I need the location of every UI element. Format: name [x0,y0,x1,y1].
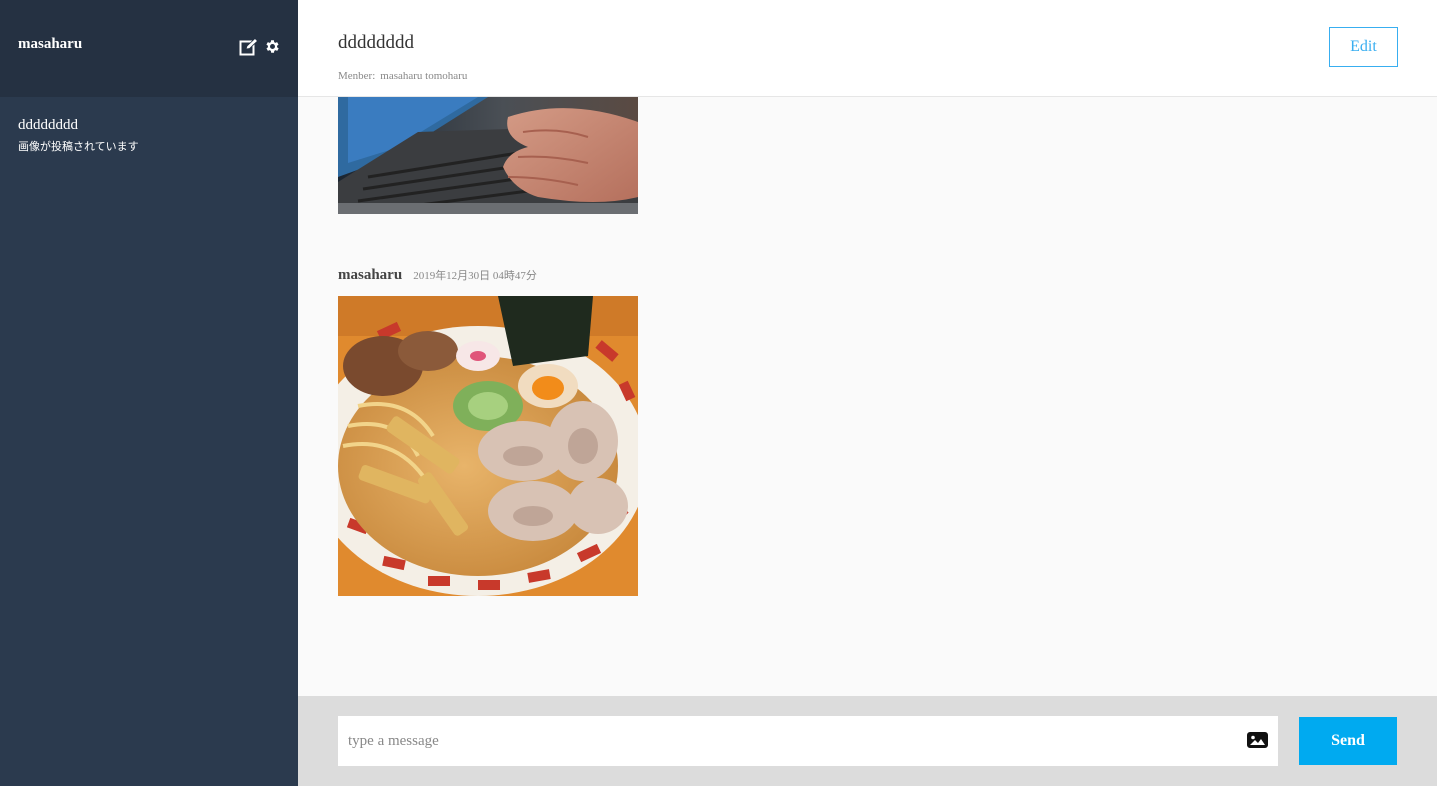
message-list[interactable]: masaharu 2019年12月30日 04時47分 [298,97,1437,696]
chat-header: dddddddd Menber: masaharu tomoharu Edit [298,0,1437,97]
message-image-laptop [338,97,638,214]
message-input[interactable] [338,716,1218,766]
member-label: Menber: [338,70,376,82]
sidebar-header: masaharu [0,0,298,97]
member-names: masaharu tomoharu [380,70,468,82]
message-date: 2019年12月30日 04時47分 [413,270,537,282]
chat-title: dddddddd [338,32,414,53]
message-user-name: masaharu [338,267,403,283]
member-list: Menber: masaharu tomoharu [338,70,467,82]
edit-group-button[interactable]: Edit [1329,27,1398,67]
group-list-item[interactable]: dddddddd 画像が投稿されています [18,116,139,154]
group-name: dddddddd [18,117,78,133]
message-meta: masaharu 2019年12月30日 04時47分 [338,267,537,284]
message-input-box [338,716,1278,766]
sidebar: masaharu dddddddd 画像が投稿されています [0,0,298,786]
group-last-message: 画像が投稿されています [18,140,139,153]
edit-icon[interactable] [239,38,259,56]
message-image-ramen [338,296,638,596]
message-form: Send [298,696,1437,786]
current-user-name: masaharu [18,36,83,52]
sidebar-header-icons [239,38,281,56]
gear-icon[interactable] [264,38,281,56]
send-button[interactable]: Send [1299,717,1397,765]
image-icon[interactable] [1247,732,1268,753]
